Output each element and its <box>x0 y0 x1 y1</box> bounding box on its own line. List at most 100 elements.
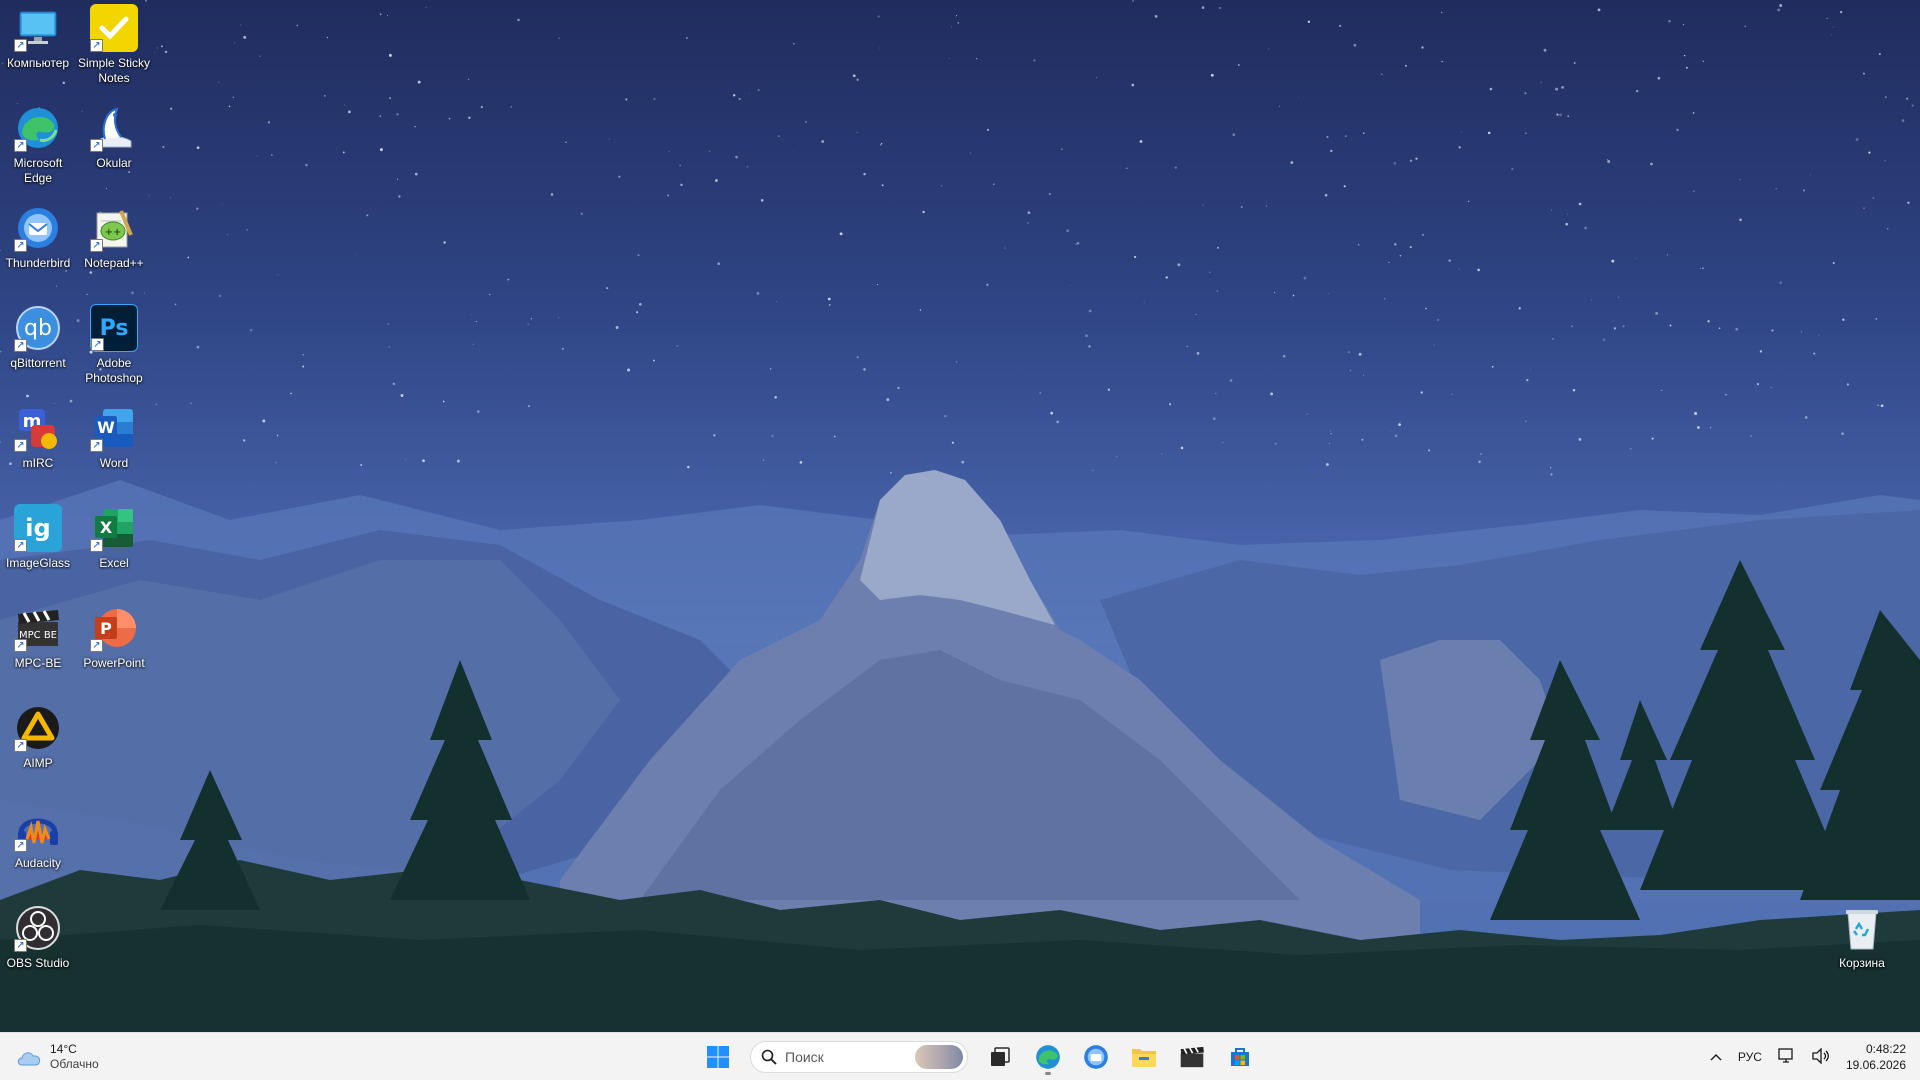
star <box>1511 167 1514 171</box>
star <box>1004 247 1006 249</box>
star <box>1694 412 1698 415</box>
desktop-icon-computer[interactable]: ↗ Компьютер <box>0 0 76 96</box>
star <box>877 284 879 286</box>
star <box>190 402 192 404</box>
star <box>992 183 995 186</box>
taskbar-task-view[interactable] <box>980 1037 1020 1077</box>
star <box>267 121 271 124</box>
star <box>1651 437 1654 440</box>
star <box>558 317 560 319</box>
star <box>679 164 681 167</box>
star <box>733 94 736 97</box>
star <box>1525 132 1527 135</box>
star <box>976 57 978 60</box>
edge-icon <box>1036 1045 1060 1069</box>
weather-condition: Облачно <box>50 1057 99 1071</box>
star <box>1525 420 1527 422</box>
star <box>302 353 304 356</box>
star <box>1556 113 1559 116</box>
shortcut-arrow-icon: ↗ <box>90 439 103 452</box>
input-language-indicator[interactable]: РУС <box>1738 1050 1762 1064</box>
desktop-icon-excel[interactable]: X ↗ Excel <box>76 500 152 596</box>
network-status-button[interactable] <box>1778 1047 1796 1067</box>
taskbar-file-explorer[interactable] <box>1124 1037 1164 1077</box>
star <box>1739 218 1742 222</box>
star <box>246 228 248 231</box>
weather-widget[interactable]: 14°C Облачно <box>16 1041 99 1073</box>
shortcut-arrow-icon: ↗ <box>14 139 27 152</box>
star <box>397 178 399 180</box>
star <box>1872 197 1875 199</box>
taskbar-search-box[interactable]: Поиск <box>750 1041 968 1073</box>
taskbar-clock[interactable]: 0:48:22 19.06.2026 <box>1846 1041 1906 1073</box>
start-button[interactable] <box>698 1037 738 1077</box>
desktop-icon-label: PowerPoint <box>83 656 145 670</box>
desktop-icon-audacity[interactable]: ↗ Audacity <box>0 800 76 896</box>
taskbar-thunderbird[interactable] <box>1076 1037 1116 1077</box>
star <box>687 465 690 469</box>
star <box>877 15 880 18</box>
shortcut-arrow-icon: ↗ <box>14 339 27 352</box>
star <box>1270 392 1273 396</box>
star <box>1133 255 1137 259</box>
star <box>833 435 836 438</box>
desktop-icon-notepadpp[interactable]: ++ ↗ Notepad++ <box>76 200 152 296</box>
desktop-icon-mirc[interactable]: m ↗ mIRC <box>0 400 76 496</box>
desktop-icon-okular[interactable]: ↗ Okular <box>76 100 152 196</box>
star <box>290 392 292 395</box>
desktop-icon-edge[interactable]: ↗ Microsoft Edge <box>0 100 76 196</box>
star <box>1617 296 1619 298</box>
star <box>1381 73 1383 75</box>
desktop-icon-imageglass[interactable]: ig ↗ ImageGlass <box>0 500 76 596</box>
star <box>1875 318 1878 320</box>
star <box>1901 119 1905 122</box>
show-hidden-icons-button[interactable] <box>1710 1050 1722 1064</box>
star <box>1441 60 1443 63</box>
desktop-icon-powerpoint[interactable]: P ↗ PowerPoint <box>76 600 152 696</box>
star <box>1578 202 1582 206</box>
star <box>1771 329 1774 332</box>
star <box>1268 48 1270 50</box>
sticky-notes-icon: ↗ <box>90 4 138 52</box>
desktop-icon-photoshop[interactable]: Ps ↗ Adobe Photoshop <box>76 300 152 396</box>
star <box>1880 404 1884 408</box>
desktop-icon-mpcbe[interactable]: MPC BE ↗ MPC-BE <box>0 600 76 696</box>
star <box>1770 387 1772 389</box>
svg-text:++: ++ <box>105 227 122 238</box>
star <box>793 150 795 152</box>
shortcut-arrow-icon: ↗ <box>90 39 103 52</box>
star <box>1657 76 1661 80</box>
star <box>558 37 560 39</box>
star <box>1026 221 1029 224</box>
star <box>1132 0 1134 2</box>
desktop-icon-recycle-bin[interactable]: Корзина <box>1824 900 1900 996</box>
star <box>550 193 554 196</box>
star <box>1862 72 1865 75</box>
star <box>1830 34 1832 36</box>
star <box>488 293 491 296</box>
svg-text:qb: qb <box>24 316 52 341</box>
desktop-icon-aimp[interactable]: ↗ AIMP <box>0 700 76 796</box>
task-view-icon <box>991 1047 1010 1066</box>
desktop-icon-label: Excel <box>99 556 129 570</box>
star <box>1832 261 1835 265</box>
star <box>1437 318 1440 322</box>
desktop-icon-obs[interactable]: ↗ OBS Studio <box>0 900 76 996</box>
volume-button[interactable] <box>1812 1046 1830 1067</box>
desktop-icon-sticky-notes[interactable]: ↗ Simple Sticky Notes <box>76 0 152 96</box>
desktop-icon-label: Word <box>99 456 129 470</box>
audacity-icon: ↗ <box>14 804 62 852</box>
mpcbe-icon <box>1180 1046 1204 1068</box>
desktop-icon-thunderbird[interactable]: ↗ Thunderbird <box>0 200 76 296</box>
star <box>1273 291 1276 294</box>
star <box>615 326 619 329</box>
star <box>1425 307 1427 310</box>
taskbar-edge[interactable] <box>1028 1037 1068 1077</box>
search-icon <box>761 1049 777 1065</box>
taskbar-microsoft-store[interactable] <box>1220 1037 1260 1077</box>
star <box>1877 404 1879 406</box>
desktop-icon-word[interactable]: W ↗ Word <box>76 400 152 496</box>
taskbar-mpcbe[interactable] <box>1172 1037 1212 1077</box>
star <box>1606 158 1608 161</box>
desktop-icon-qbittorrent[interactable]: qb ↗ qBittorrent <box>0 300 76 396</box>
